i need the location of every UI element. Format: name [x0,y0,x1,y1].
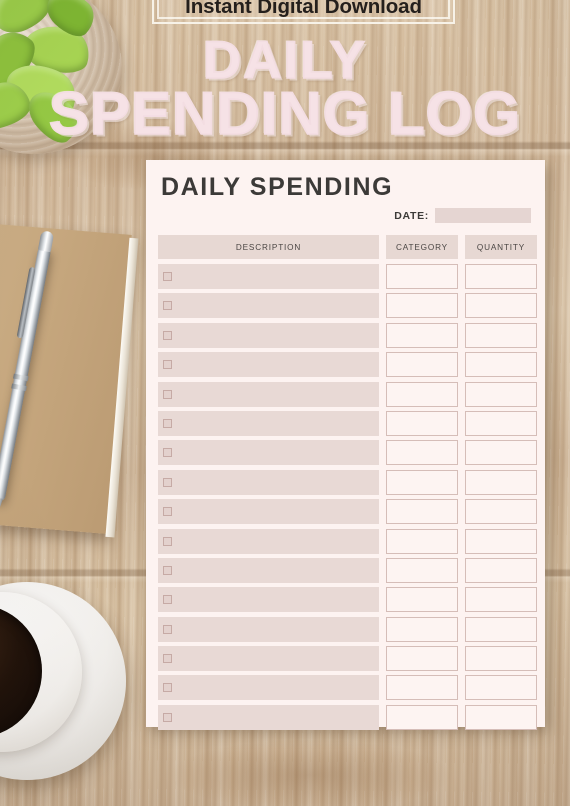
description-cell[interactable] [158,587,379,613]
banner-label: Instant Digital Download [185,0,422,18]
row-checkbox[interactable] [163,654,172,664]
row-checkbox[interactable] [163,507,172,517]
row-checkbox[interactable] [163,565,172,575]
table-row [158,469,537,495]
quantity-cell[interactable] [465,381,537,407]
row-checkbox[interactable] [163,624,172,634]
row-checkbox[interactable] [163,477,172,487]
date-row: DATE: [158,208,531,223]
row-checkbox[interactable] [163,448,172,458]
description-cell[interactable] [158,381,379,407]
table-row [158,587,537,613]
category-cell[interactable] [386,469,458,495]
hero-title-line-1: DAILY [202,31,368,90]
description-cell[interactable] [158,704,379,730]
row-checkbox[interactable] [163,360,172,370]
row-checkbox[interactable] [163,301,172,311]
table-row [158,440,537,466]
row-checkbox[interactable] [163,389,172,399]
table-row [158,499,537,525]
hero-title: DAILY SPENDING LOG [0,31,570,148]
description-cell[interactable] [158,675,379,701]
category-cell[interactable] [386,381,458,407]
table-row [158,528,537,554]
pen-band [11,383,27,392]
table-row [158,410,537,436]
quantity-cell[interactable] [465,646,537,672]
row-checkbox[interactable] [163,272,172,281]
quantity-cell[interactable] [465,322,537,348]
row-checkbox[interactable] [163,536,172,546]
table-row [158,557,537,583]
description-cell[interactable] [158,499,379,525]
category-cell[interactable] [386,557,458,583]
description-cell[interactable] [158,440,379,466]
category-cell[interactable] [386,293,458,319]
quantity-cell[interactable] [465,704,537,730]
table-row [158,646,537,672]
description-cell[interactable] [158,646,379,672]
table-row [158,293,537,319]
category-cell[interactable] [386,499,458,525]
category-cell[interactable] [386,322,458,348]
quantity-cell[interactable] [465,352,537,378]
description-cell[interactable] [158,264,379,289]
table-row [158,264,537,289]
row-checkbox[interactable] [163,418,172,428]
row-checkbox[interactable] [163,683,172,693]
category-cell[interactable] [386,528,458,554]
row-checkbox[interactable] [163,595,172,605]
table-row [158,352,537,378]
date-label: DATE: [394,209,429,222]
row-checkbox[interactable] [163,712,172,722]
table-row [158,704,537,730]
table-row [158,381,537,407]
category-cell[interactable] [386,440,458,466]
description-cell[interactable] [158,352,379,378]
description-cell[interactable] [158,528,379,554]
quantity-cell[interactable] [465,293,537,319]
description-cell[interactable] [158,469,379,495]
category-cell[interactable] [386,352,458,378]
category-cell[interactable] [386,587,458,613]
table-row [158,616,537,642]
quantity-cell[interactable] [465,440,537,466]
sheet-title: DAILY SPENDING [161,173,394,201]
table-row [158,675,537,701]
description-cell[interactable] [158,410,379,436]
column-header-quantity: QUANTITY [465,235,537,259]
description-cell[interactable] [158,322,379,348]
quantity-cell[interactable] [465,469,537,495]
category-cell[interactable] [386,264,458,289]
column-header-description: DESCRIPTION [158,235,379,259]
quantity-cell[interactable] [465,557,537,583]
quantity-cell[interactable] [465,499,537,525]
table-body [158,264,537,730]
category-cell[interactable] [386,675,458,701]
printable-sheet: DAILY SPENDING DATE: DESCRIPTION CATEGOR… [146,160,545,730]
category-cell[interactable] [386,410,458,436]
product-mockup-image: Instant Digital Download DAILY SPENDING … [0,0,570,806]
quantity-cell[interactable] [465,587,537,613]
category-cell[interactable] [386,704,458,730]
hero-title-line-2: SPENDING LOG [48,80,522,148]
quantity-cell[interactable] [465,675,537,701]
quantity-cell[interactable] [465,528,537,554]
description-cell[interactable] [158,616,379,642]
description-cell[interactable] [158,557,379,583]
instant-download-banner: Instant Digital Download [152,0,455,24]
category-cell[interactable] [386,616,458,642]
column-header-category: CATEGORY [386,235,458,259]
table-row [158,322,537,348]
description-cell[interactable] [158,293,379,319]
wood-grain-knot [170,740,450,806]
quantity-cell[interactable] [465,264,537,289]
pen-band [13,373,29,382]
date-input[interactable] [435,208,531,223]
row-checkbox[interactable] [163,330,172,340]
table-header-row: DESCRIPTION CATEGORY QUANTITY [158,235,537,259]
quantity-cell[interactable] [465,410,537,436]
quantity-cell[interactable] [465,616,537,642]
category-cell[interactable] [386,646,458,672]
